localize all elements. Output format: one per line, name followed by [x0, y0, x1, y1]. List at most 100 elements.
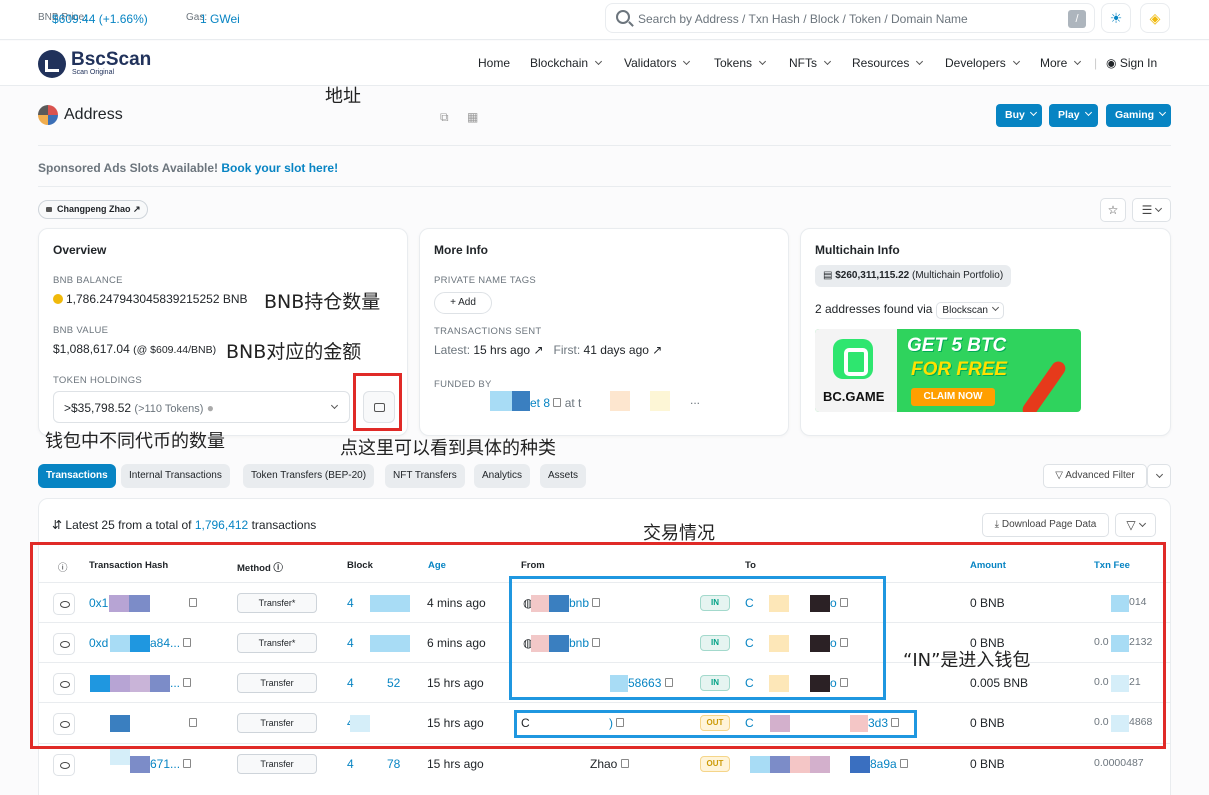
tab-analytics[interactable]: Analytics: [474, 464, 531, 488]
token-holdings-dropdown[interactable]: >$35,798.52 (>110 Tokens) ●: [53, 391, 350, 423]
nav-tokens[interactable]: Tokens: [714, 56, 767, 70]
list-options-button[interactable]: ☰: [1132, 198, 1171, 222]
claim-now-button[interactable]: CLAIM NOW: [911, 388, 995, 406]
chevron-down-icon: [1155, 470, 1163, 479]
table-row: 671... Transfer 4 78 15 hrs ago Zhao OUT…: [39, 743, 1170, 783]
page-title: Address: [64, 106, 123, 123]
chevron-down-icon: [1029, 108, 1037, 117]
wallet-icon: ▤: [823, 270, 833, 281]
chevron-down-icon: [683, 57, 691, 66]
block-link[interactable]: 4: [347, 757, 354, 771]
copy-icon[interactable]: [900, 759, 909, 768]
nav-more[interactable]: More: [1040, 56, 1082, 70]
nav-resources[interactable]: Resources: [852, 56, 924, 70]
annotation-bnb-value: BNB对应的金额: [226, 341, 362, 363]
chevron-down-icon: [1159, 108, 1167, 117]
txn-fee-value: 0.0000487: [1094, 757, 1144, 769]
chevron-down-icon: [1155, 204, 1163, 213]
download-icon: ⤓: [994, 519, 1000, 530]
tab-nft-transfers[interactable]: NFT Transfers: [385, 464, 465, 488]
filter-dropdown-button[interactable]: ▽: [1115, 513, 1156, 537]
top-bar: BNB Price: $609.44 (+1.66%) Gas: 1 GWei …: [0, 0, 1209, 40]
chevron-down-icon: [823, 57, 832, 66]
bnb-balance-value: 1,786.247943045839215252 BNB: [53, 292, 248, 306]
name-tag[interactable]: Changpeng Zhao ↗: [38, 200, 148, 219]
total-count-link[interactable]: 1,796,412: [195, 518, 248, 532]
main-navbar: BscScan Scan Original Home Blockchain Va…: [0, 41, 1209, 86]
tx-sent-values: Latest: 15 hrs ago ↗ First: 41 days ago …: [434, 343, 663, 357]
nav-validators[interactable]: Validators: [624, 56, 691, 70]
qr-code-icon[interactable]: ▦: [467, 110, 478, 124]
chevron-down-icon: [1074, 57, 1082, 66]
latest-tx-link[interactable]: 15 hrs ago: [473, 343, 530, 357]
from-address-link[interactable]: Zhao: [590, 757, 629, 771]
network-switch-button[interactable]: ◈: [1140, 3, 1170, 33]
nav-nfts[interactable]: NFTs: [789, 56, 832, 70]
chevron-down-icon: [916, 57, 924, 66]
list-icon: ☰: [1141, 203, 1153, 217]
nav-blockchain[interactable]: Blockchain: [530, 56, 603, 70]
chevron-down-icon: [1138, 519, 1146, 528]
first-tx-link[interactable]: 41 days ago: [584, 343, 649, 357]
private-tags-label: PRIVATE NAME TAGS: [434, 275, 537, 286]
chevron-down-icon: [991, 303, 1000, 312]
advanced-filter-dropdown[interactable]: [1147, 464, 1171, 488]
copy-icon[interactable]: [620, 759, 629, 768]
nav-separator: |: [1094, 56, 1098, 70]
funded-by-value[interactable]: et 8 at t: [530, 396, 581, 410]
search-placeholder: Search by Address / Txn Hash / Block / T…: [638, 12, 968, 26]
sign-in-link[interactable]: ◉ Sign In: [1106, 56, 1157, 70]
token-holdings-label: TOKEN HOLDINGS: [53, 375, 143, 386]
overview-title: Overview: [53, 243, 107, 257]
logo-icon: [38, 50, 66, 78]
bnb-price-value[interactable]: $609.44 (+1.66%): [52, 12, 148, 26]
tab-internal-transactions[interactable]: Internal Transactions: [121, 464, 230, 488]
theme-toggle-button[interactable]: ☀: [1101, 3, 1131, 33]
tx-hash-tail[interactable]: 671...: [150, 757, 192, 771]
copy-icon[interactable]: [553, 398, 562, 407]
multichain-card: Multichain Info ▤ $260,311,115.22 (Multi…: [800, 228, 1171, 436]
tab-token-transfers[interactable]: Token Transfers (BEP-20): [243, 464, 375, 488]
gaming-button[interactable]: Gaming: [1106, 104, 1171, 127]
nav-developers[interactable]: Developers: [945, 56, 1020, 70]
logo-text: BscScan: [71, 49, 152, 70]
highlight-box-out-transfer: [514, 710, 917, 738]
avatar: [38, 105, 58, 125]
funded-ellipsis: ...: [690, 393, 701, 407]
block-tail[interactable]: 78: [387, 757, 400, 771]
book-slot-link[interactable]: Book your slot here!: [221, 161, 338, 175]
bc-game-banner[interactable]: BC.GAME GET 5 BTC FOR FREE CLAIM NOW: [815, 329, 1081, 412]
tab-transactions[interactable]: Transactions: [38, 464, 116, 488]
more-info-title: More Info: [434, 243, 488, 257]
redaction-block: [490, 391, 512, 411]
to-address-tail[interactable]: 8a9a: [870, 757, 909, 771]
tab-assets[interactable]: Assets: [540, 464, 587, 488]
filter-icon: ▽: [1126, 518, 1136, 532]
copy-icon[interactable]: [183, 759, 192, 768]
add-tag-button[interactable]: + Add: [434, 292, 492, 314]
divider: [38, 145, 1171, 146]
advanced-filter-button[interactable]: ▽ Advanced Filter: [1043, 464, 1147, 488]
buy-button[interactable]: Buy: [996, 104, 1042, 127]
annotation-address: 地址: [325, 86, 361, 107]
bnb-value-label: BNB VALUE: [53, 325, 109, 336]
favorite-button[interactable]: ☆: [1100, 198, 1126, 222]
blockscan-dropdown[interactable]: Blockscan: [936, 302, 1004, 319]
nav-home[interactable]: Home: [478, 56, 510, 70]
search-input[interactable]: Search by Address / Txn Hash / Block / T…: [605, 3, 1095, 33]
sponsored-ads: Sponsored Ads Slots Available! Book your…: [38, 161, 339, 175]
gas-value[interactable]: 1 GWei: [200, 12, 240, 26]
play-button[interactable]: Play: [1049, 104, 1098, 127]
age-value: 15 hrs ago: [427, 757, 484, 771]
multichain-portfolio[interactable]: ▤ $260,311,115.22 (Multichain Portfolio): [815, 265, 1012, 287]
download-button[interactable]: ⤓ Download Page Data: [982, 513, 1109, 537]
filter-icon: ▽: [1055, 470, 1063, 481]
search-icon: [616, 10, 630, 24]
arrow-icon: ↗: [652, 343, 663, 357]
chevron-down-icon: [1084, 108, 1092, 117]
copy-icon[interactable]: ⧉: [440, 110, 449, 125]
chevron-down-icon: [330, 401, 339, 410]
eye-icon[interactable]: [53, 754, 75, 776]
bnb-coin-icon: [53, 294, 63, 304]
sun-icon: ☀: [1109, 10, 1123, 26]
